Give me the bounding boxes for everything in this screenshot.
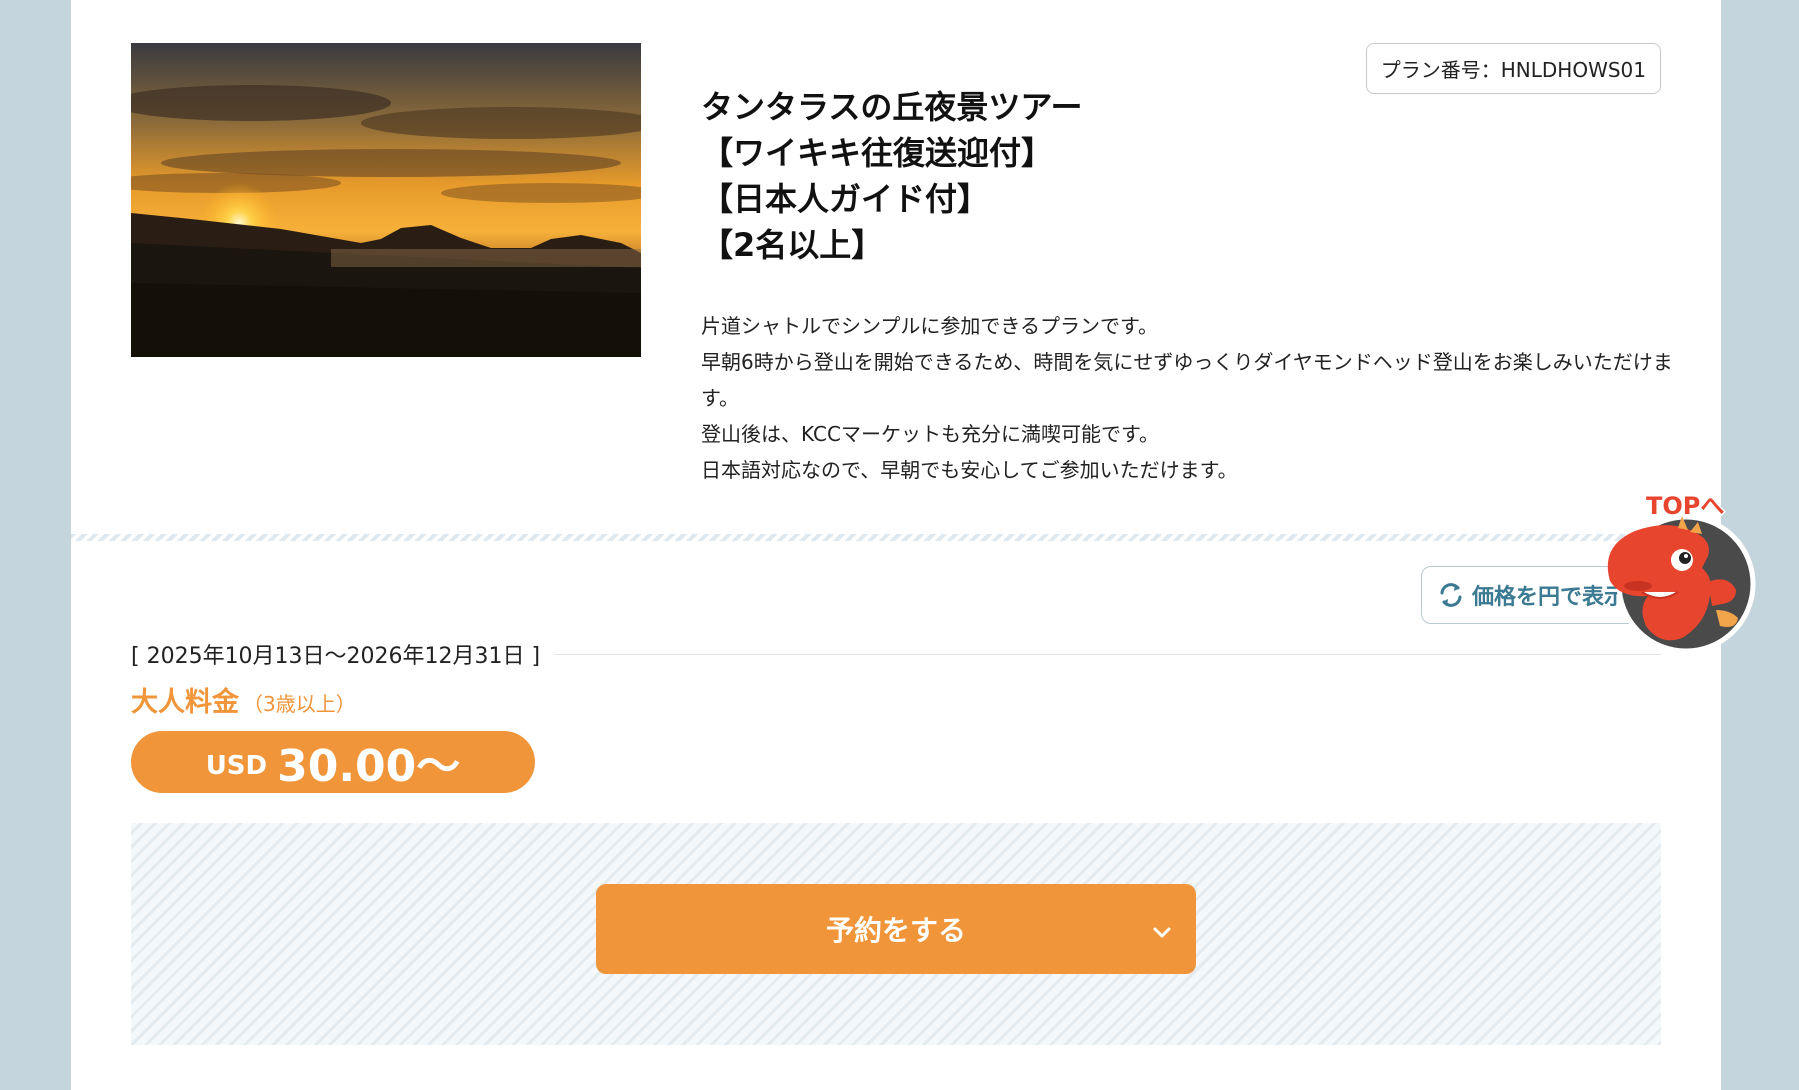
reserve-button[interactable]: 予約をする	[596, 884, 1196, 974]
section-divider	[71, 534, 1721, 541]
reserve-area: 予約をする	[131, 823, 1661, 1045]
description-line: 早朝6時から登山を開始できるため、時間を気にせずゆっくりダイヤモンドヘッド登山を…	[701, 350, 1673, 410]
adult-label: 大人料金	[131, 687, 239, 718]
adult-age-note: （3歳以上）	[243, 692, 356, 716]
price-period: [ 2025年10月13日～2026年12月31日 ]	[131, 644, 541, 669]
plan-title: タンタラスの丘夜景ツアー 【ワイキキ往復送迎付】 【日本人ガイド付】 【2名以上…	[701, 84, 1181, 268]
description-line: 日本語対応なので、早朝でも安心してご参加いただけます。	[701, 458, 1238, 482]
price-amount: 30.00～	[277, 741, 461, 792]
reserve-button-label: 予約をする	[825, 914, 966, 947]
period-row: [ 2025年10月13日～2026年12月31日 ]	[131, 636, 1661, 672]
description-line: 登山後は、KCCマーケットも充分に満喫可能です。	[701, 422, 1159, 446]
refresh-icon	[1440, 583, 1462, 607]
tour-photo	[131, 43, 641, 357]
plan-title-line: 【ワイキキ往復送迎付】	[701, 134, 1054, 172]
period-rule	[554, 653, 1661, 655]
plan-title-line: 【日本人ガイド付】	[701, 180, 990, 218]
scroll-to-top-button[interactable]: TOPへ	[1590, 486, 1765, 656]
main-panel: プラン番号：HNLDHOWS01 タンタラスの丘夜景ツアー 【ワイキキ往復送迎付…	[71, 0, 1721, 1090]
plan-title-line: タンタラスの丘夜景ツアー	[701, 88, 1083, 126]
plan-title-line: 【2名以上】	[701, 226, 884, 264]
sunset-photo-icon	[131, 43, 641, 357]
adult-price-label: 大人料金 （3歳以上）	[131, 680, 356, 719]
price-badge: USD 30.00～	[131, 731, 535, 793]
description-line: 片道シャトルでシンプルに参加できるプランです。	[701, 314, 1158, 338]
chevron-down-icon	[1153, 927, 1171, 938]
plan-description: 片道シャトルでシンプルに参加できるプランです。 早朝6時から登山を開始できるため…	[701, 308, 1681, 488]
scroll-to-top-label: TOPへ	[1646, 492, 1725, 520]
plan-number-badge: プラン番号：HNLDHOWS01	[1365, 43, 1661, 94]
price-currency: USD	[205, 751, 268, 781]
